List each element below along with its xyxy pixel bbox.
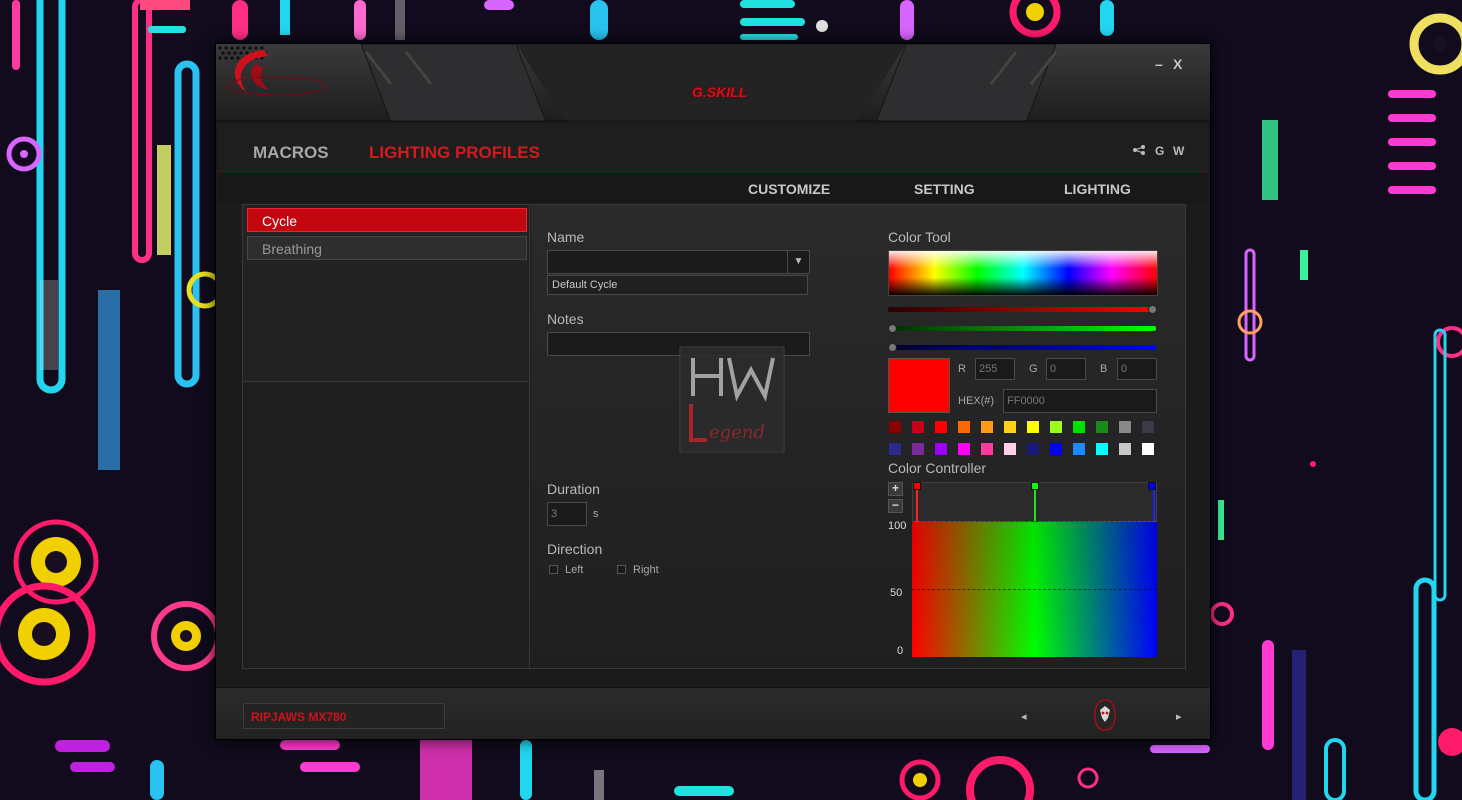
- remove-stop-button[interactable]: −: [888, 499, 903, 513]
- green-slider[interactable]: [888, 324, 1156, 333]
- next-device-button[interactable]: ▸: [1176, 710, 1182, 723]
- y-tick-100: 100: [888, 520, 907, 532]
- direction-right-checkbox[interactable]: [617, 565, 626, 574]
- device-name: RIPJAWS MX780: [243, 703, 445, 729]
- gskill-logo-icon: [225, 50, 327, 96]
- blue-slider[interactable]: [888, 343, 1156, 352]
- palette-swatch[interactable]: [1072, 420, 1086, 434]
- tab-lighting[interactable]: LIGHTING: [1064, 181, 1131, 197]
- palette-swatch[interactable]: [911, 442, 925, 456]
- hex-input[interactable]: FF0000: [1003, 389, 1157, 413]
- duration-unit: s: [593, 508, 599, 520]
- mouse-device-icon[interactable]: [1093, 698, 1117, 732]
- palette-swatch[interactable]: [980, 442, 994, 456]
- palette-swatch[interactable]: [1049, 420, 1063, 434]
- duration-label: Duration: [547, 481, 600, 497]
- tab-customize[interactable]: CUSTOMIZE: [748, 181, 830, 197]
- hex-label: HEX(#): [958, 395, 995, 407]
- bottom-bar: RIPJAWS MX780 ◂ ▸: [216, 687, 1210, 739]
- g-label: G: [1029, 363, 1038, 375]
- palette-swatch[interactable]: [1072, 442, 1086, 456]
- chevron-down-icon[interactable]: ▼: [787, 251, 809, 273]
- name-label: Name: [547, 229, 585, 245]
- green-slider-handle[interactable]: [888, 324, 897, 333]
- palette-swatch[interactable]: [957, 442, 971, 456]
- g-input[interactable]: 0: [1046, 358, 1086, 380]
- palette-swatch[interactable]: [1141, 420, 1155, 434]
- palette-swatch[interactable]: [957, 420, 971, 434]
- profile-editor: Name ▼ Default Cycle Notes egend Duratio…: [531, 205, 1185, 668]
- palette-swatch[interactable]: [934, 442, 948, 456]
- top-navigation: MACROS LIGHTING PROFILES G W: [218, 124, 1208, 172]
- palette-swatch[interactable]: [1118, 442, 1132, 456]
- palette-swatch[interactable]: [888, 420, 902, 434]
- selected-color-swatch: [888, 358, 950, 413]
- stop-handle-blue[interactable]: [1148, 482, 1156, 490]
- brand-logo-text: G.SKILL: [692, 84, 748, 100]
- hw-legend-watermark-icon: egend: [679, 346, 785, 453]
- stop-handle-green[interactable]: [1031, 482, 1039, 490]
- close-button[interactable]: X: [1173, 56, 1182, 72]
- sub-tabs: CUSTOMIZE SETTING LIGHTING: [218, 173, 1208, 203]
- y-tick-0: 0: [897, 645, 904, 657]
- color-controller-label: Color Controller: [888, 460, 987, 476]
- r-input[interactable]: 255: [975, 358, 1015, 380]
- g-link-button[interactable]: G: [1155, 144, 1164, 158]
- palette-swatch[interactable]: [1095, 420, 1109, 434]
- previous-device-button[interactable]: ◂: [1021, 710, 1027, 723]
- minimize-button[interactable]: –: [1155, 56, 1163, 72]
- palette-swatch[interactable]: [1026, 420, 1040, 434]
- w-link-button[interactable]: W: [1173, 144, 1184, 158]
- palette-swatch[interactable]: [1003, 442, 1017, 456]
- color-spectrum-picker[interactable]: [888, 250, 1158, 296]
- tab-setting[interactable]: SETTING: [914, 181, 975, 197]
- svg-text:egend: egend: [709, 422, 765, 443]
- name-dropdown[interactable]: ▼: [547, 250, 810, 274]
- palette-swatch[interactable]: [934, 420, 948, 434]
- profile-list-lower-area: [243, 381, 529, 668]
- blue-slider-handle[interactable]: [888, 343, 897, 352]
- palette-swatch[interactable]: [1026, 442, 1040, 456]
- palette-swatch[interactable]: [1118, 420, 1132, 434]
- stop-handle-red[interactable]: [913, 482, 921, 490]
- direction-label: Direction: [547, 541, 603, 557]
- b-label: B: [1100, 363, 1108, 375]
- titlebar[interactable]: G.SKILL – X: [216, 44, 1210, 122]
- palette-swatch[interactable]: [1003, 420, 1017, 434]
- b-input[interactable]: 0: [1117, 358, 1157, 380]
- red-slider[interactable]: [888, 305, 1157, 314]
- profile-item-breathing[interactable]: Breathing: [247, 236, 527, 260]
- r-label: R: [958, 363, 966, 375]
- red-slider-handle[interactable]: [1148, 305, 1157, 314]
- palette-swatch[interactable]: [888, 442, 902, 456]
- titlebar-chrome: [216, 44, 1210, 122]
- duration-input[interactable]: 3: [547, 502, 587, 526]
- palette-swatch[interactable]: [1049, 442, 1063, 456]
- tab-macros[interactable]: MACROS: [253, 143, 329, 163]
- direction-left-checkbox[interactable]: [549, 565, 558, 574]
- color-tool-label: Color Tool: [888, 229, 951, 245]
- name-dropdown-option[interactable]: Default Cycle: [547, 275, 808, 295]
- notes-label: Notes: [547, 311, 584, 327]
- palette-swatch[interactable]: [980, 420, 994, 434]
- palette-swatch[interactable]: [1141, 442, 1155, 456]
- share-icon[interactable]: [1133, 144, 1145, 158]
- palette-swatch[interactable]: [911, 420, 925, 434]
- gradient-preview: [912, 522, 1157, 657]
- direction-left-label: Left: [565, 564, 584, 576]
- add-stop-button[interactable]: +: [888, 482, 903, 496]
- tab-lighting-profiles[interactable]: LIGHTING PROFILES: [369, 143, 540, 163]
- profile-item-cycle[interactable]: Cycle: [247, 208, 527, 232]
- y-tick-50: 50: [890, 587, 903, 599]
- color-stop-track[interactable]: [912, 482, 1157, 523]
- app-window: G.SKILL – X MACROS LIGHTING PROFILES G W…: [215, 43, 1211, 740]
- palette-swatch[interactable]: [1095, 442, 1109, 456]
- direction-right-label: Right: [633, 564, 659, 576]
- main-panel: Cycle Breathing Name ▼ Default Cycle Not…: [242, 204, 1186, 669]
- mid-guide-line: [912, 589, 1157, 590]
- profile-list: Cycle Breathing: [243, 205, 530, 668]
